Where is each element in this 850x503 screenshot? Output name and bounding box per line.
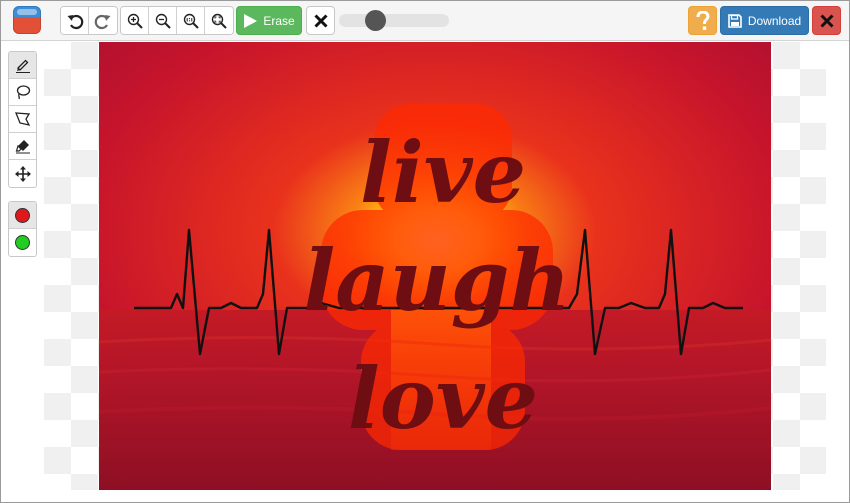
- brush-size-slider[interactable]: [339, 10, 449, 31]
- eraser-icon: [15, 140, 30, 154]
- laugh-text: laugh: [303, 231, 570, 330]
- question-mark-icon: [696, 10, 710, 30]
- toolbar: Erase Download: [1, 1, 849, 41]
- tool-palette: [8, 51, 37, 188]
- lasso-tool-button[interactable]: [9, 79, 36, 106]
- help-button[interactable]: [688, 6, 717, 35]
- marker-icon: [15, 59, 30, 73]
- undo-icon: [67, 14, 83, 29]
- zoom-out-icon: [155, 13, 171, 29]
- love-text: love: [348, 349, 538, 448]
- sunset-image: live laugh love: [99, 42, 771, 490]
- zoom-in-button[interactable]: [121, 7, 149, 34]
- download-button[interactable]: Download: [720, 6, 809, 35]
- close-icon: [819, 13, 834, 28]
- polygon-lasso-icon: [14, 112, 30, 126]
- play-icon: [244, 13, 258, 28]
- zoom-group: [120, 6, 234, 35]
- zoom-out-button[interactable]: [149, 7, 177, 34]
- zoom-actual-size-button[interactable]: [177, 7, 205, 34]
- zoom-in-icon: [127, 13, 143, 29]
- red-color-button[interactable]: [9, 202, 36, 229]
- red-color-swatch: [15, 207, 30, 223]
- erase-button[interactable]: Erase: [236, 6, 302, 35]
- undo-button[interactable]: [61, 7, 89, 34]
- redo-icon: [94, 14, 111, 29]
- green-color-swatch: [15, 235, 30, 250]
- color-palette: [8, 201, 37, 257]
- zoom-actual-size-icon: [183, 13, 199, 29]
- redo-button[interactable]: [89, 7, 117, 34]
- lasso-icon: [16, 85, 30, 100]
- zoom-fit-button[interactable]: [205, 7, 233, 34]
- move-icon: [14, 165, 31, 182]
- erase-button-label: Erase: [263, 13, 295, 28]
- save-icon: [728, 13, 742, 28]
- slider-track: [339, 14, 449, 27]
- close-button[interactable]: [812, 6, 841, 35]
- slider-thumb[interactable]: [365, 10, 387, 31]
- download-button-label: Download: [747, 13, 802, 28]
- close-icon: [313, 13, 328, 28]
- image-canvas[interactable]: live laugh love: [99, 42, 771, 490]
- live-text: live: [360, 123, 526, 222]
- zoom-fit-icon: [211, 13, 227, 29]
- marker-tool-button[interactable]: [9, 52, 36, 79]
- app-logo-icon: [13, 6, 41, 34]
- eraser-tool-button[interactable]: [9, 133, 36, 160]
- history-group: [60, 6, 118, 35]
- clear-button[interactable]: [306, 6, 335, 35]
- green-color-button[interactable]: [9, 229, 36, 256]
- polygon-lasso-tool-button[interactable]: [9, 106, 36, 133]
- move-tool-button[interactable]: [9, 160, 36, 187]
- app-window: Erase Download live laugh love: [0, 0, 850, 503]
